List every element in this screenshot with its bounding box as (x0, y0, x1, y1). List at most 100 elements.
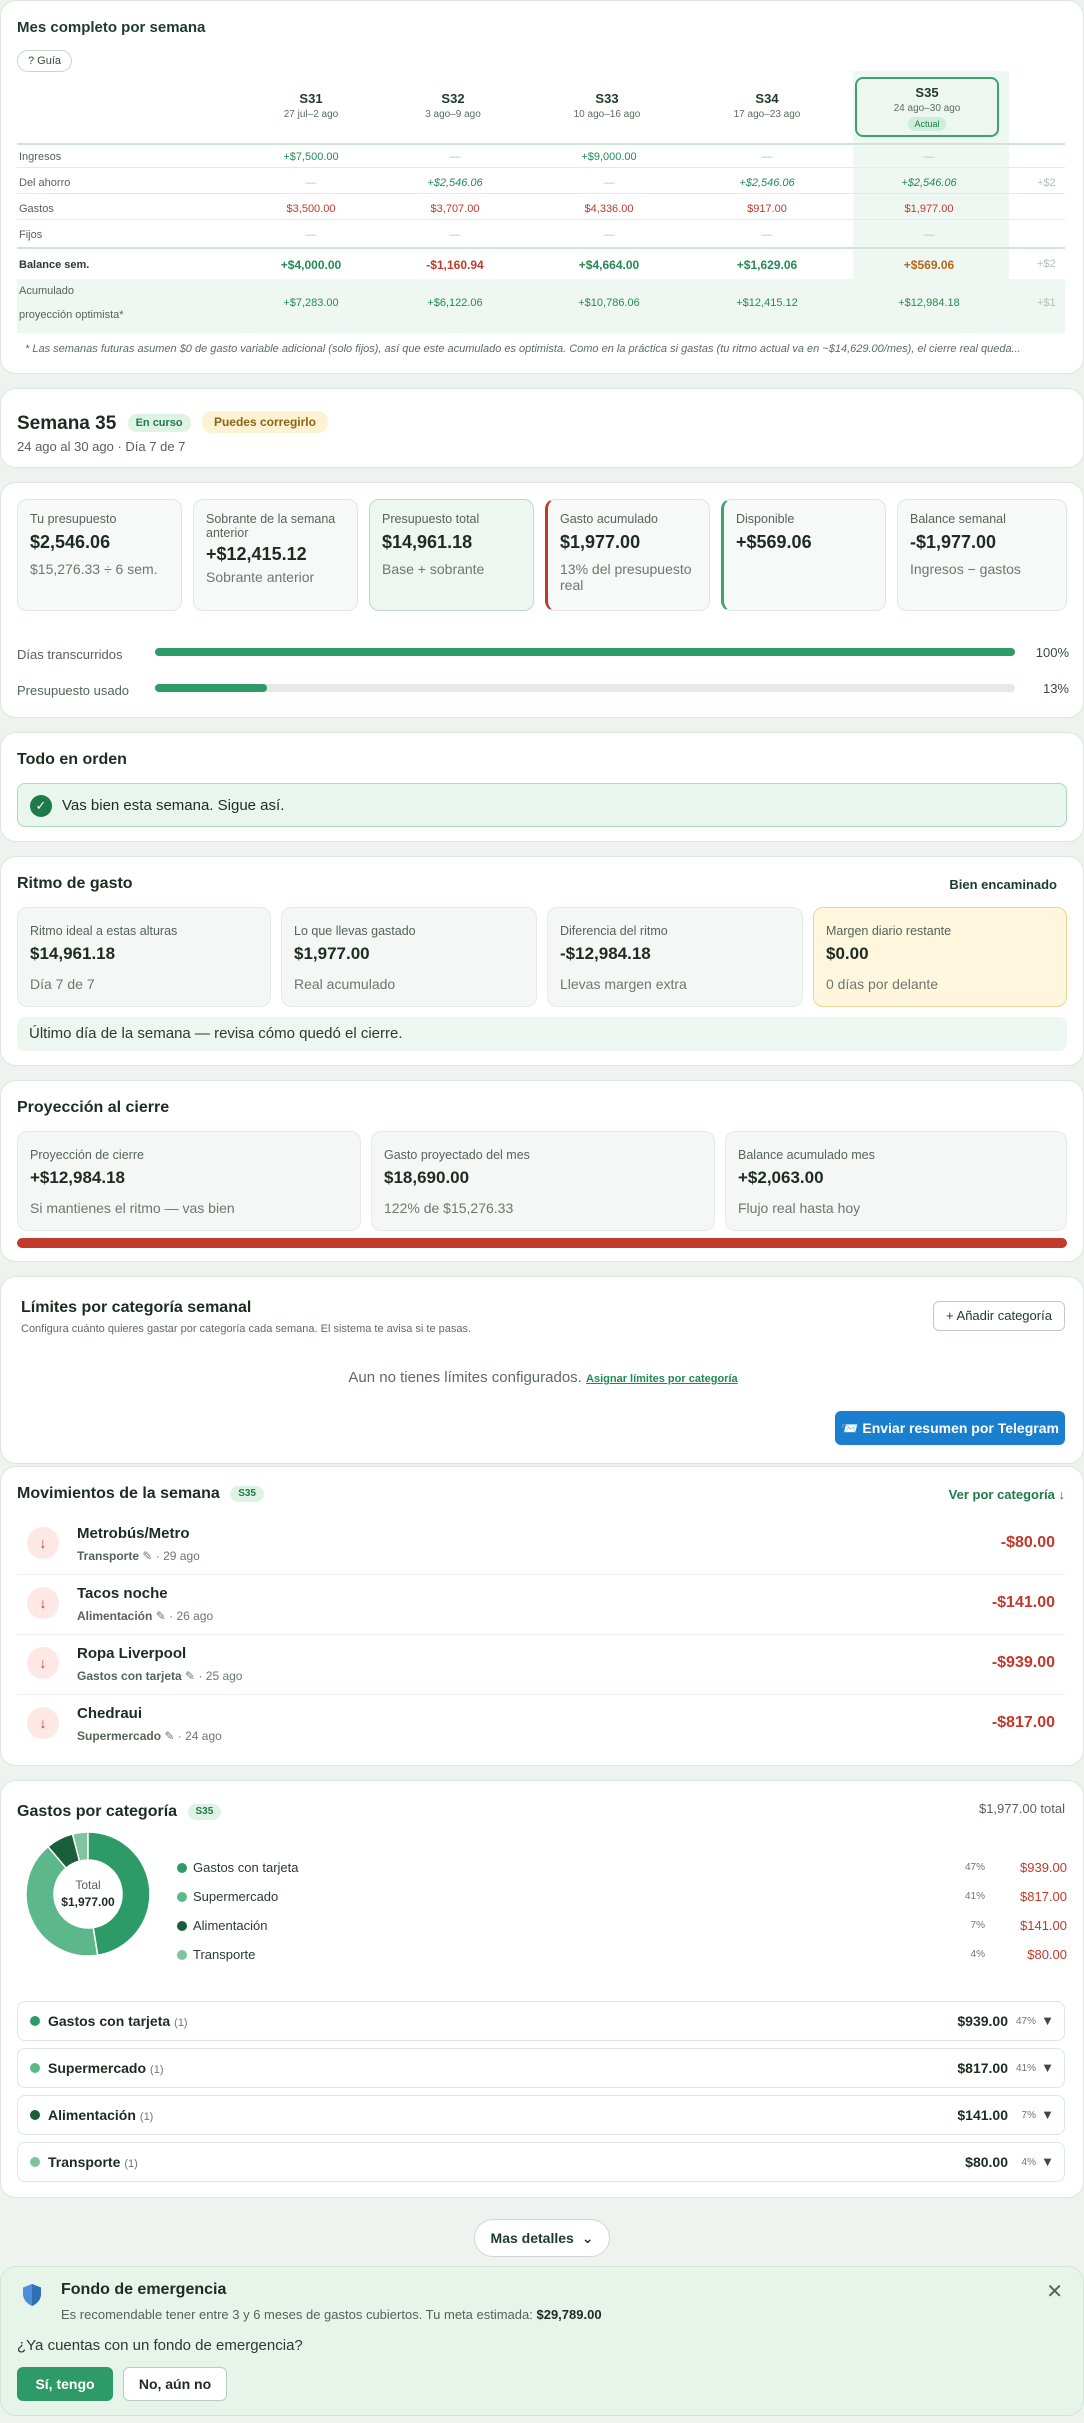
expand-icon[interactable]: ▼ (1041, 2154, 1054, 2169)
movements-card: Movimientos de la semana S35 Ver por cat… (0, 1466, 1084, 1766)
legend-item: Gastos con tarjeta 47% $939.00 (177, 1859, 1067, 1879)
budget-progress-label: Presupuesto usado (17, 683, 130, 698)
cell-acumulado-s35: +$12,984.18 (898, 297, 960, 309)
legend-item: Alimentación 7% $141.00 (177, 1917, 1067, 1937)
categories-total: $1,977.00 total (978, 1801, 1065, 1816)
pace-title: Ritmo de gasto (17, 875, 133, 892)
row-label-balance: Balance sem. (19, 259, 90, 271)
chevron-down-icon: ⌄ (581, 2230, 594, 2246)
donut-center-label: Total (75, 1878, 100, 1892)
category-row-card-spending[interactable]: Gastos con tarjeta (1) $939.00 47% ▼ (17, 2001, 1065, 2041)
arrow-down-icon: ↓ (27, 1707, 59, 1739)
edit-icon[interactable]: ✎ (164, 1729, 174, 1743)
cell-balance-s33: +$4,664.00 (578, 258, 640, 272)
shield-icon (23, 2284, 41, 2306)
guide-button[interactable]: ? Guía (17, 50, 73, 72)
projection-overspend-bar (17, 1238, 1067, 1248)
current-week-badge: Actual (908, 117, 946, 131)
category-row-supermarket[interactable]: Supermercado (1) $817.00 41% ▼ (17, 2048, 1065, 2088)
yes-have-fund-button[interactable]: Sí, tengo (17, 2367, 113, 2401)
edit-icon[interactable]: ✎ (156, 1609, 166, 1623)
close-icon[interactable]: ✕ (1046, 2279, 1063, 2304)
edit-icon[interactable]: ✎ (142, 1549, 152, 1563)
category-dot (30, 2063, 40, 2073)
legend-dot (177, 1892, 187, 1902)
no-fund-button[interactable]: No, aún no (123, 2367, 227, 2401)
categories-title: Gastos por categoría S35 (17, 1803, 222, 1821)
movement-row[interactable]: ↓ Metrobús/Metro Transporte ✎ · 29 ago -… (17, 1515, 1065, 1575)
status-title: Todo en orden (17, 751, 127, 768)
category-spending-card: Gastos por categoría S35 $1,977.00 total… (0, 1780, 1084, 2198)
category-row-transport[interactable]: Transporte (1) $80.00 4% ▼ (17, 2142, 1065, 2182)
table-divider (17, 143, 1065, 145)
more-details-button[interactable]: Mas detalles ⌄ (474, 2219, 610, 2257)
expand-icon[interactable]: ▼ (1041, 2060, 1054, 2075)
limits-title: Límites por categoría semanal (21, 1299, 252, 1316)
cell-ingresos-s33: +$9,000.00 (581, 151, 637, 163)
cell-gastos-s34: $917.00 (747, 203, 787, 215)
days-progress-bar (155, 648, 1015, 656)
cell-ingresos-s34: — (761, 151, 773, 163)
movement-row[interactable]: ↓ Chedraui Supermercado ✎ · 24 ago -$817… (17, 1695, 1065, 1755)
movements-title: Movimientos de la semana S35 (17, 1485, 264, 1503)
week-header-s33: S33 10 ago–16 ago (573, 91, 641, 120)
available-box: Disponible +$569.06 (721, 499, 886, 611)
weekly-balance-box: Balance semanal -$1,977.00 Ingresos − ga… (897, 499, 1067, 611)
cell-fijos-s32: — (449, 229, 461, 241)
cell-fijos-s35: — (923, 229, 935, 241)
cell-ingresos-s31: +$7,500.00 (283, 151, 339, 163)
week-header-s32: S32 3 ago–9 ago (425, 91, 481, 120)
emergency-fund-question: ¿Ya cuentas con un fondo de emergencia? (17, 2337, 303, 2354)
weekly-table-card: Mes completo por semana ? Guía S31 27 ju… (0, 0, 1084, 374)
week-header-card: Semana 35 En curso Puedes corregirlo 24 … (0, 388, 1084, 468)
cell-ahorro-s34: +$2,546.06 (739, 177, 795, 189)
cell-gastos-s33: $4,336.00 (584, 203, 634, 215)
category-row-food[interactable]: Alimentación (1) $141.00 7% ▼ (17, 2095, 1065, 2135)
movement-row[interactable]: ↓ Tacos noche Alimentación ✎ · 26 ago -$… (17, 1575, 1065, 1635)
limits-empty-state: Aun no tienes límites configurados. Asig… (348, 1369, 738, 1386)
expand-icon[interactable]: ▼ (1041, 2107, 1054, 2122)
legend-item: Supermercado 41% $817.00 (177, 1888, 1067, 1908)
emergency-fund-title: Fondo de emergencia (61, 2281, 227, 2298)
assign-limits-link[interactable]: Asignar límites por categoría (586, 1373, 738, 1385)
cell-acumulado-s31: +$7,283.00 (283, 297, 339, 309)
movements-week-badge: S35 (230, 1486, 264, 1502)
add-category-button[interactable]: + Añadir categoría (933, 1301, 1065, 1331)
cell-gastos-s35: $1,977.00 (904, 203, 954, 215)
total-budget-box: Presupuesto total $14,961.18 Base + sobr… (369, 499, 534, 611)
in-progress-badge: En curso (127, 414, 191, 432)
movement-row[interactable]: ↓ Ropa Liverpool Gastos con tarjeta ✎ · … (17, 1635, 1065, 1695)
cell-balance-s35: +$569.06 (903, 258, 955, 272)
legend-item: Transporte 4% $80.00 (177, 1946, 1067, 1966)
expand-icon[interactable]: ▼ (1041, 2013, 1054, 2028)
status-card: Todo en orden ✓ Vas bien esta semana. Si… (0, 732, 1084, 842)
daily-margin-box: Margen diario restante $0.00 0 días por … (813, 907, 1067, 1007)
ideal-pace-box: Ritmo ideal a estas alturas $14,961.18 D… (17, 907, 271, 1007)
arrow-down-icon: ↓ (27, 1587, 59, 1619)
category-donut-chart: Total $1,977.00 (25, 1831, 151, 1957)
projection-title: Proyección al cierre (17, 1099, 170, 1116)
budget-progress-pct: 13% (1042, 681, 1069, 696)
spent-box: Gasto acumulado $1,977.00 13% del presup… (545, 499, 710, 611)
spent-so-far-box: Lo que llevas gastado $1,977.00 Real acu… (281, 907, 537, 1007)
send-telegram-button[interactable]: 📨 Enviar resumen por Telegram (835, 1411, 1065, 1445)
budget-progress-bar (155, 684, 1015, 692)
cell-acumulado-s33: +$10,786.06 (578, 297, 640, 309)
week-header-s35[interactable]: S35 24 ago–30 ago Actual (855, 77, 999, 137)
week-summary-card: Tu presupuesto $2,546.06 $15,276.33 ÷ 6 … (0, 482, 1084, 718)
cell-acumulado-s32: +$6,122.06 (427, 297, 483, 309)
emergency-fund-card: Fondo de emergencia Es recomendable tene… (0, 2266, 1084, 2416)
fixable-badge: Puedes corregirlo (201, 411, 328, 433)
edit-icon[interactable]: ✎ (185, 1669, 195, 1683)
category-limits-card: Límites por categoría semanal Configura … (0, 1276, 1084, 1464)
emergency-goal: $29,789.00 (536, 2307, 602, 2322)
legend-dot (177, 1921, 187, 1931)
category-dot (30, 2157, 40, 2167)
cell-ahorro-s31: — (305, 177, 317, 189)
cell-gastos-s31: $3,500.00 (286, 203, 336, 215)
month-balance-box: Balance acumulado mes +$2,063.00 Flujo r… (725, 1131, 1067, 1231)
budget-box: Tu presupuesto $2,546.06 $15,276.33 ÷ 6 … (17, 499, 182, 611)
view-by-category-link[interactable]: Ver por categoría ↓ (949, 1487, 1065, 1502)
cell-balance-s31: +$4,000.00 (280, 258, 342, 272)
check-icon: ✓ (30, 795, 52, 817)
